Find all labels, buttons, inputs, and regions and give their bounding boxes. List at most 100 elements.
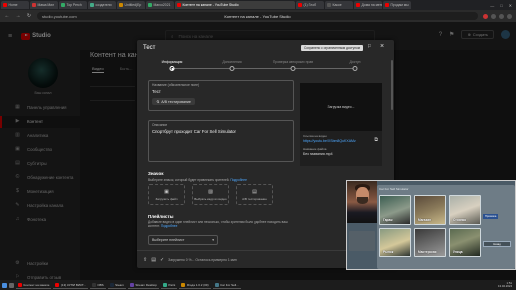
description-value[interactable]: Спортбрут проходит Car For Sell Simulato… bbox=[152, 129, 290, 134]
step-dot-extras[interactable] bbox=[229, 66, 235, 71]
frame-image-icon: ▨ bbox=[208, 188, 213, 195]
step-label-info[interactable]: Информация bbox=[162, 60, 183, 64]
taskbar-app[interactable]: (13) КУПИ ВИКТ... bbox=[53, 281, 88, 289]
playlists-section-desc: Добавьте видео в один плейлист или неско… bbox=[148, 220, 298, 229]
taskbar-app[interactable]: Steam bbox=[107, 281, 126, 289]
tab-label: Продам мы bbox=[390, 3, 409, 7]
taskbar-app[interactable]: Stream Desktop bbox=[127, 281, 159, 289]
system-tray[interactable]: 1:51 13.02.2024 bbox=[498, 281, 514, 289]
copy-icon[interactable]: ⧉ bbox=[374, 137, 378, 143]
taskbar-app[interactable]: OBS bbox=[89, 281, 106, 289]
tab-favicon-icon bbox=[177, 3, 181, 7]
tab-favicon-icon bbox=[385, 3, 389, 7]
close-icon[interactable]: × bbox=[380, 43, 384, 50]
hd-icon: ▤ bbox=[151, 256, 156, 263]
ab-thumbnail-label: A/B тестирование bbox=[242, 196, 267, 201]
game-location-label: Гараж bbox=[383, 217, 393, 222]
profile-icon[interactable] bbox=[507, 13, 512, 19]
thumbnail-section-desc: Выберите значок, который будет привлекат… bbox=[148, 178, 247, 182]
browser-tab[interactable]: Home bbox=[1, 1, 29, 9]
taskbar: Контент на канале (13) КУПИ ВИКТ... OBS Ste… bbox=[0, 280, 516, 290]
chevron-down-icon: ▾ bbox=[212, 238, 214, 242]
start-icon[interactable] bbox=[2, 282, 7, 288]
taskbar-app[interactable]: Ягода 1.0.2 (09) bbox=[179, 281, 211, 289]
upload-icon: ⇪ bbox=[143, 256, 148, 263]
step-dot-access[interactable] bbox=[352, 66, 358, 71]
playlist-select-value: Выберите плейлист bbox=[152, 238, 185, 242]
browser-tab[interactable]: Дома на меня bbox=[354, 1, 382, 9]
extensions-area bbox=[483, 13, 512, 19]
thumbnail-desc-text: Выберите значок, который будет привлекат… bbox=[148, 178, 230, 182]
step-label-access[interactable]: Доступ bbox=[349, 60, 360, 64]
app-icon bbox=[109, 282, 114, 287]
game-location-tile: Гараж bbox=[379, 195, 411, 225]
ab-test-thumbnail-button[interactable]: ▤ A/B тестирование bbox=[236, 184, 273, 205]
page-title-text: Контент на канале - YouTube Studio bbox=[224, 13, 291, 19]
webcam-beard bbox=[357, 197, 368, 204]
extension-icon[interactable] bbox=[483, 13, 488, 19]
step-label-extras[interactable]: Дополнения bbox=[222, 60, 241, 64]
url-field[interactable]: studio.youtube.com Контент на канале - Y… bbox=[37, 12, 478, 20]
step-dot-copyright[interactable] bbox=[290, 66, 296, 71]
tab-label: Marco2021 bbox=[153, 3, 171, 7]
tab-label: Контент на канале - YouTube Studio bbox=[182, 3, 239, 7]
title-field[interactable]: Название (обязательное поле) Тест ⚗ A/B … bbox=[148, 80, 294, 111]
stepper-line bbox=[172, 68, 355, 69]
upload-thumbnail-label: Загрузить файл bbox=[155, 196, 178, 201]
browser-tab[interactable]: Мама Мил bbox=[30, 1, 58, 9]
game-location-tile: Стоянка bbox=[449, 195, 481, 225]
step-dot-info[interactable] bbox=[169, 66, 175, 71]
description-label: Описание bbox=[152, 123, 168, 127]
extension-icon[interactable] bbox=[491, 13, 496, 19]
upload-thumbnail-button[interactable]: ▣ Загрузить файл bbox=[148, 184, 185, 205]
forward-icon[interactable]: → bbox=[15, 13, 21, 19]
browser-tab[interactable]: Продам мы bbox=[383, 1, 411, 9]
browser-tab[interactable]: создатели bbox=[88, 1, 116, 9]
playlist-select[interactable]: Выберите плейлист ▾ bbox=[148, 235, 218, 245]
video-link[interactable]: https://youtu.be/XSbm8QuKXAMz bbox=[303, 139, 379, 143]
dialog-scrollbar[interactable] bbox=[391, 60, 393, 110]
description-field[interactable]: Описание Спортбрут проходит Car For Sell… bbox=[148, 120, 294, 162]
extension-icon[interactable] bbox=[499, 13, 504, 19]
browser-tab[interactable]: Top Perch bbox=[59, 1, 87, 9]
tab-favicon-icon bbox=[298, 3, 302, 7]
ab-test-title-button[interactable]: ⚗ A/B тестирование bbox=[152, 98, 195, 105]
browser-tab[interactable]: Marco2021 bbox=[146, 1, 174, 9]
thumbnail-section-title: Значок bbox=[148, 171, 164, 176]
tab-favicon-icon bbox=[90, 3, 94, 7]
browser-tab-bar: Home Мама Мил Top Perch создатели Untitled(E… bbox=[0, 0, 516, 10]
taskbar-app[interactable]: Car For Sell... bbox=[212, 281, 241, 289]
check-icon: ✓ bbox=[159, 256, 165, 263]
browser-tab[interactable]: Контент на канале - YouTube Studio bbox=[175, 1, 295, 9]
title-field-value[interactable]: Тест bbox=[152, 89, 290, 94]
taskbar-app[interactable]: Paint bbox=[160, 281, 178, 289]
taskbar-app-label: Paint bbox=[168, 282, 176, 287]
upload-stepper: Информация Дополнения Проверка авторских… bbox=[162, 60, 361, 74]
playlists-learn-more-link[interactable]: Подробнее bbox=[161, 224, 178, 228]
step-label-copyright[interactable]: Проверка авторских прав bbox=[273, 60, 313, 64]
video-meta-panel: Ссылка на видео https://youtu.be/XSbm8Qu… bbox=[300, 131, 382, 166]
game-location-label: Магазин bbox=[418, 217, 432, 222]
file-name-value: Без названия.mp4 bbox=[303, 152, 333, 156]
thumbnail-learn-more-link[interactable]: Подробнее bbox=[230, 178, 247, 182]
taskbar-app[interactable]: Контент на канале bbox=[16, 281, 52, 289]
ab-thumbnail-icon: ▤ bbox=[252, 188, 257, 195]
close-window-icon[interactable]: ✕ bbox=[509, 3, 512, 8]
file-name-label: Название файла bbox=[303, 147, 327, 151]
tab-label: Мама Мил bbox=[37, 3, 55, 7]
game-side-panel bbox=[349, 231, 375, 251]
feedback-icon[interactable]: ⚐ bbox=[367, 44, 372, 50]
webcam-feed bbox=[347, 181, 377, 223]
browser-tab[interactable]: Untitled(Ep bbox=[117, 1, 145, 9]
back-icon[interactable]: ← bbox=[4, 13, 10, 19]
tab-favicon-icon bbox=[61, 3, 65, 7]
auto-thumbnail-button[interactable]: ▨ Выбрать кадр из видео bbox=[192, 184, 229, 205]
search-taskbar-icon[interactable] bbox=[9, 282, 14, 288]
minimize-icon[interactable]: — bbox=[490, 3, 494, 8]
browser-tab[interactable]: Какое bbox=[325, 1, 353, 9]
app-icon bbox=[91, 282, 96, 287]
maximize-icon[interactable]: □ bbox=[500, 3, 502, 8]
tab-label: Home bbox=[8, 3, 18, 7]
reload-icon[interactable]: ↻ bbox=[26, 13, 32, 19]
browser-tab[interactable]: (1) Глоб bbox=[296, 1, 324, 9]
